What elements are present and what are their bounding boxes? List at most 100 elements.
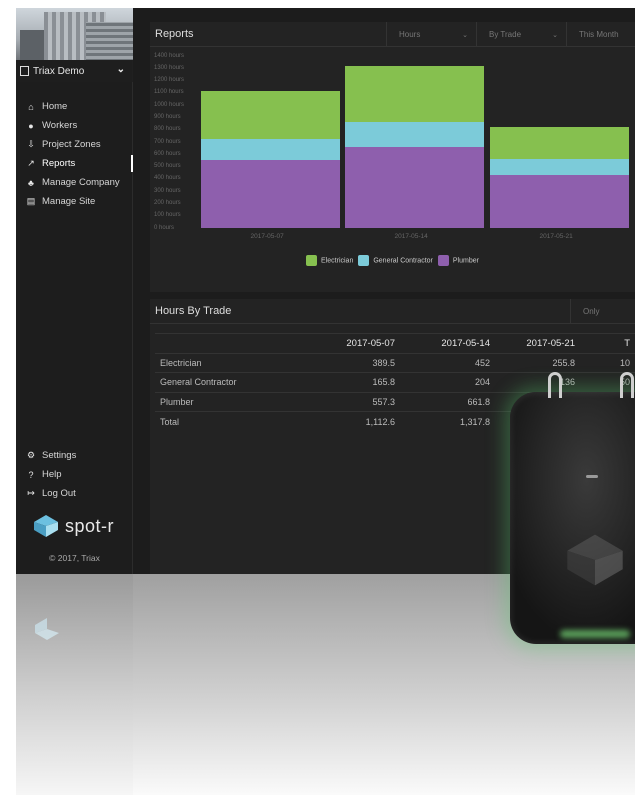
bar-general-contractor[interactable]	[345, 121, 484, 147]
legend-swatch	[437, 255, 449, 266]
nav-item-reports[interactable]: ↗ Reports	[16, 154, 133, 173]
table-row: Electrician 389.5 452 255.8 10	[155, 352, 635, 373]
y-tick-label: 200 hours	[154, 199, 181, 206]
x-tick-label: 2017-05-07	[250, 233, 284, 240]
y-tick-label: 1100 hours	[154, 89, 184, 96]
reports-title: Reports	[155, 28, 194, 40]
table-cell: 10	[580, 352, 635, 373]
nav-item-label: Log Out	[42, 488, 76, 499]
y-tick-label: 500 hours	[154, 163, 181, 170]
home-icon: ⌂	[28, 101, 34, 112]
account-name: Triax Demo	[33, 65, 85, 77]
nav-item-label: Help	[42, 469, 62, 480]
reflection-logo	[34, 612, 60, 641]
only-filter-label: Only	[583, 307, 600, 316]
column-header[interactable]: 2017-05-21	[495, 333, 580, 353]
nav-item-workers[interactable]: ● Workers	[16, 116, 133, 135]
nav-item-project-zones[interactable]: ⇩ Project Zones	[16, 135, 133, 154]
column-header[interactable]: 2017-05-14	[400, 333, 495, 353]
nav-item-manage-company[interactable]: ♣ Manage Company	[16, 173, 133, 192]
column-header[interactable]: T	[580, 333, 635, 353]
y-tick-label: 700 hours	[154, 138, 181, 145]
nav-item-help[interactable]: ? Help	[16, 465, 133, 484]
table-title: Hours By Trade	[155, 305, 232, 317]
site-icon: ▤	[26, 196, 36, 206]
sidebar: Triax Demo ⌄ ⌂ Home ● Workers ⇩ Project Zones…	[16, 8, 133, 574]
legend-label: General Contractor	[373, 257, 433, 265]
copyright: © 2017, Triax	[49, 553, 100, 563]
row-label: General Contractor	[155, 372, 305, 392]
legend-label: Electrician	[321, 257, 354, 265]
device-clip-right	[620, 372, 634, 398]
org-chart-icon: ♣	[28, 177, 34, 188]
device-led	[586, 475, 598, 478]
nav-item-label: Reports	[42, 158, 76, 169]
nav-item-home[interactable]: ⌂ Home	[16, 97, 133, 116]
nav-item-label: Manage Site	[42, 196, 96, 207]
legend-label: Plumber	[452, 257, 479, 265]
legend-item[interactable]: Plumber	[437, 255, 479, 266]
main-nav: ⌂ Home ● Workers ⇩ Project Zones ↗ Reports ♣ Mana…	[16, 97, 133, 211]
device-logo-icon	[567, 534, 623, 586]
chart-legend: Electrician General Contractor Plumber	[150, 255, 635, 266]
y-tick-label: 1300 hours	[154, 64, 185, 71]
zone-pin-icon: ⇩	[27, 139, 35, 149]
legend-item[interactable]: Electrician	[306, 255, 353, 266]
table-cell: 557.3	[305, 391, 400, 412]
table-cell: 661.8	[400, 391, 495, 412]
row-label: Plumber	[155, 391, 305, 412]
y-tick-label: 400 hours	[154, 175, 181, 182]
bar-plumber[interactable]	[201, 159, 340, 228]
bar-electrician[interactable]	[490, 127, 629, 159]
spot-r-logo: spot-r	[33, 514, 114, 538]
worker-icon: ●	[28, 120, 34, 131]
bar-plumber[interactable]	[345, 146, 484, 228]
table-header: Hours By Trade Only	[150, 299, 635, 324]
chevron-down-icon: ⌄	[116, 64, 125, 75]
building-icon	[20, 66, 29, 76]
marketing-image: Triax Demo ⌄ ⌂ Home ● Workers ⇩ Project Zones…	[0, 0, 635, 795]
column-header[interactable]: 2017-05-07	[305, 333, 400, 353]
legend-swatch	[306, 255, 318, 266]
reflection-sidebar	[16, 574, 133, 795]
y-tick-label: 600 hours	[154, 150, 181, 157]
y-tick-label: 300 hours	[154, 187, 181, 194]
header-cell	[155, 333, 305, 353]
table-cell: 1,112.6	[305, 411, 400, 431]
nav-item-log-out[interactable]: ↦ Log Out	[16, 484, 133, 503]
bar-electrician[interactable]	[345, 66, 484, 122]
legend-swatch	[358, 255, 370, 266]
y-tick-label: 1000 hours	[154, 101, 185, 108]
nav-item-label: Workers	[42, 120, 78, 131]
table-cell: 136	[495, 372, 580, 392]
chart-icon: ↗	[27, 158, 35, 168]
bar-stack[interactable]	[490, 22, 629, 228]
table-cell: 255.8	[495, 352, 580, 373]
table-cell: 1,317.8	[400, 411, 495, 431]
bar-stack[interactable]	[201, 22, 340, 228]
table-cell: 452	[400, 352, 495, 373]
bar-general-contractor[interactable]	[490, 158, 629, 176]
only-filter[interactable]: Only	[570, 299, 635, 324]
spot-r-logo-icon	[34, 515, 58, 537]
table-header-row: 2017-05-07 2017-05-14 2017-05-21 T	[155, 333, 635, 353]
nav-item-label: Manage Company	[42, 177, 120, 188]
account-selector[interactable]: Triax Demo ⌄	[16, 60, 133, 82]
bar-plumber[interactable]	[490, 175, 629, 228]
help-icon: ?	[28, 469, 34, 480]
y-tick-label: 900 hours	[154, 113, 181, 120]
building-photo	[16, 8, 133, 60]
bar-stack[interactable]	[345, 22, 484, 228]
nav-item-settings[interactable]: ⚙ Settings	[16, 446, 133, 465]
spot-r-device	[510, 372, 635, 644]
x-tick-label: 2017-05-14	[394, 233, 428, 240]
bar-electrician[interactable]	[201, 91, 340, 140]
nav-item-manage-site[interactable]: ▤ Manage Site	[16, 192, 133, 211]
table-cell: 389.5	[305, 352, 400, 373]
legend-item[interactable]: General Contractor	[358, 255, 433, 266]
y-tick-label: 1400 hours	[154, 52, 185, 59]
nav-item-label: Project Zones	[42, 139, 101, 150]
bar-general-contractor[interactable]	[201, 139, 340, 160]
x-tick-label: 2017-05-21	[539, 233, 573, 240]
table-cell: 204	[400, 372, 495, 392]
